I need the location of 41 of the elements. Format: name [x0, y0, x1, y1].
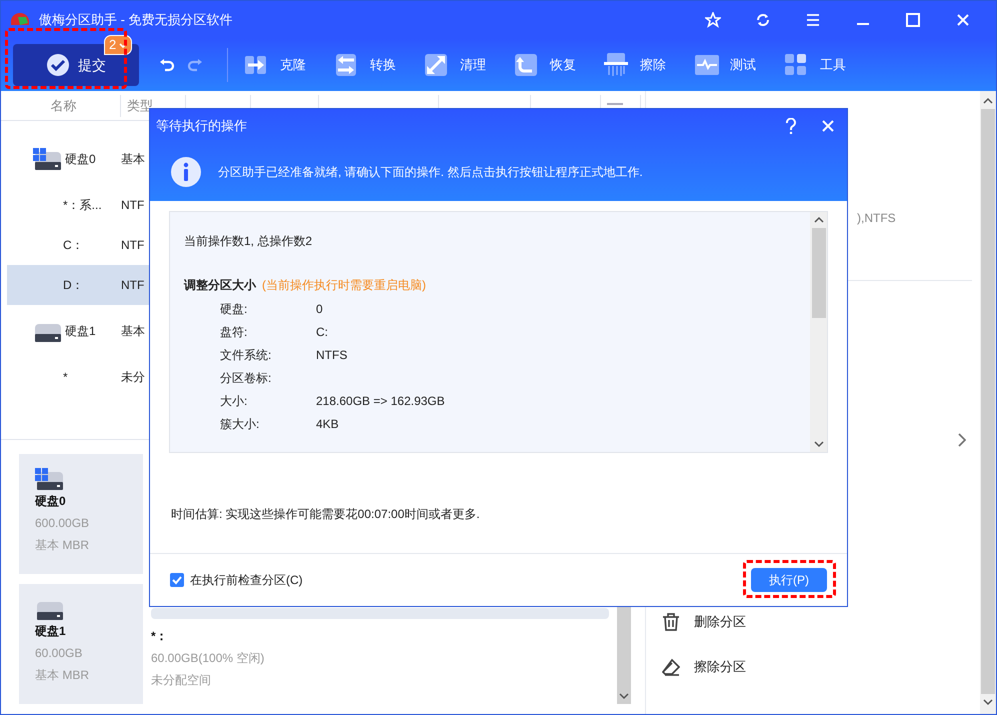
- table-cell: 未分: [121, 370, 145, 384]
- info-message: 分区助手已经准备就绪, 请确认下面的操作. 然后点击执行按钮让程序正式地工作.: [218, 164, 643, 180]
- field-value: 0: [316, 300, 323, 318]
- disk-size: 600.00GB: [35, 515, 90, 532]
- disk-type: 基本 MBR: [35, 667, 90, 684]
- restart-note: (当前操作执行时需要重启电脑): [262, 277, 426, 294]
- table-cell: NTF: [121, 198, 144, 212]
- partition-name: *: [63, 368, 68, 386]
- operation-title: 调整分区大小: [184, 277, 256, 294]
- dialog-title: 等待执行的操作: [156, 116, 248, 135]
- field-value: C:: [316, 324, 328, 340]
- checkbox-label: 在执行前检查分区(C): [190, 572, 303, 589]
- field-label: 硬盘:: [219, 300, 248, 318]
- table-cell: 基本: [121, 324, 145, 338]
- disk-name: 硬盘0: [35, 493, 67, 510]
- table-cell: 基本: [121, 152, 145, 166]
- field-value: NTFS: [316, 346, 348, 364]
- partition-name: *：: [151, 628, 169, 645]
- partition-detail: 60.00GB(100% 空闲): [151, 650, 266, 667]
- disk-type: 基本 MBR: [35, 537, 90, 554]
- table-cell: NTF: [121, 238, 144, 252]
- partition-name: D：: [63, 276, 84, 294]
- field-label: 大小:: [219, 392, 248, 410]
- partition-info: ),NTFS: [857, 210, 896, 227]
- time-estimate: 时间估算: 实现这些操作可能需要花00:07:00时间或者更多.: [170, 506, 481, 523]
- field-label: 盘符:: [219, 324, 248, 340]
- field-value: 218.60GB => 162.93GB: [316, 392, 445, 410]
- disk-name: 硬盘1: [35, 623, 67, 640]
- disk-name: 硬盘0: [65, 150, 96, 168]
- field-label: 簇大小:: [219, 416, 260, 432]
- operation-summary: 当前操作数1, 总操作数2: [184, 233, 314, 250]
- disk-name: 硬盘1: [65, 322, 96, 340]
- field-value: 4KB: [316, 416, 339, 432]
- partition-type: 未分配空间: [151, 672, 212, 689]
- table-cell: NTF: [121, 278, 144, 292]
- field-label: 分区卷标:: [219, 370, 272, 386]
- window-title: 傲梅分区助手 - 免费无损分区软件: [39, 11, 234, 30]
- field-label: 文件系统:: [219, 346, 272, 364]
- partition-name: C：: [63, 236, 84, 254]
- partition-name: *：系...: [63, 196, 102, 214]
- disk-size: 60.00GB: [35, 645, 84, 662]
